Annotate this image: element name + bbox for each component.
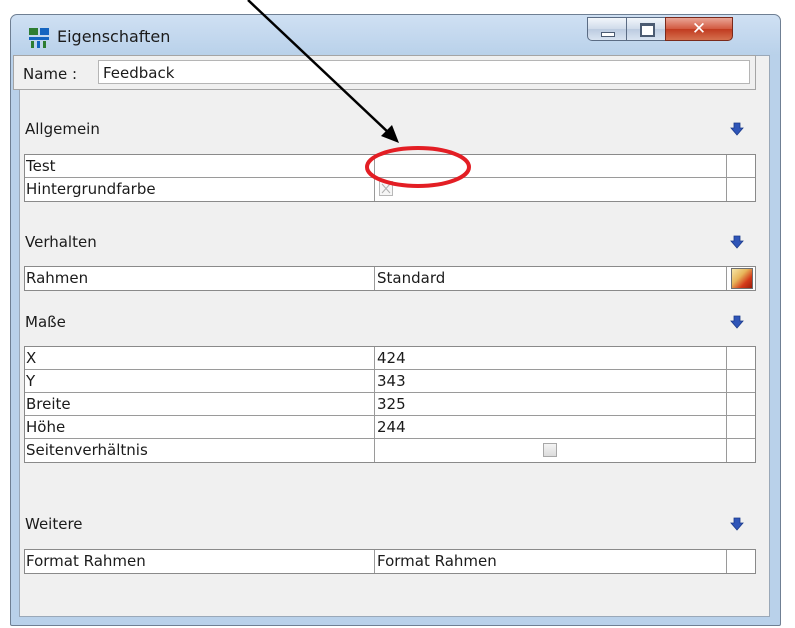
minimize-button[interactable]	[587, 17, 627, 41]
property-row-test[interactable]: Test	[25, 155, 755, 178]
name-row: Name : Feedback	[13, 55, 756, 90]
properties-window: Eigenschaften ✕	[10, 14, 781, 626]
maximize-button[interactable]	[626, 17, 666, 41]
allgemein-grid: Test Hintergrundfarbe	[24, 154, 756, 202]
rahmen-value[interactable]: Standard	[375, 267, 727, 290]
property-row-rahmen[interactable]: Rahmen Standard	[25, 267, 755, 290]
row-button-cell	[727, 347, 755, 369]
weitere-grid: Format Rahmen Format Rahmen	[24, 549, 756, 574]
property-row-hoehe[interactable]: Höhe 244	[25, 416, 755, 439]
property-label: Format Rahmen	[25, 550, 375, 573]
property-label: Rahmen	[25, 267, 375, 290]
row-button-cell	[727, 178, 755, 201]
property-label: Hintergrundfarbe	[25, 178, 375, 201]
property-label: Seitenverhältnis	[25, 439, 375, 462]
verhalten-collapse-icon[interactable]	[730, 235, 744, 249]
y-value-field[interactable]: 343	[375, 370, 727, 392]
masse-grid: X 424 Y 343 Breite 325 Höhe 244 Seitenve…	[24, 346, 756, 463]
row-button-cell	[727, 155, 755, 177]
window-title: Eigenschaften	[57, 27, 171, 46]
section-title-masse: Maße	[25, 313, 66, 331]
aspect-ratio-checkbox[interactable]	[543, 443, 557, 457]
close-button[interactable]: ✕	[665, 17, 733, 41]
property-row-hintergrundfarbe[interactable]: Hintergrundfarbe	[25, 178, 755, 201]
disabled-color-icon[interactable]	[379, 181, 393, 196]
hintergrundfarbe-value[interactable]	[375, 178, 727, 201]
hoehe-value-field[interactable]: 244	[375, 416, 727, 438]
property-row-seitenverhaeltnis[interactable]: Seitenverhältnis	[25, 439, 755, 462]
row-button-cell	[727, 416, 755, 438]
allgemein-collapse-icon[interactable]	[730, 122, 744, 136]
name-input[interactable]: Feedback	[98, 60, 750, 84]
property-row-breite[interactable]: Breite 325	[25, 393, 755, 416]
name-label: Name :	[23, 65, 78, 83]
property-label: Test	[25, 155, 375, 177]
row-button-cell	[727, 439, 755, 462]
row-button-cell	[727, 550, 755, 573]
property-label: Breite	[25, 393, 375, 415]
close-icon: ✕	[691, 19, 707, 39]
verhalten-grid: Rahmen Standard	[24, 266, 756, 291]
property-label: Y	[25, 370, 375, 392]
property-row-x[interactable]: X 424	[25, 347, 755, 370]
weitere-collapse-icon[interactable]	[730, 517, 744, 531]
x-value-field[interactable]: 424	[375, 347, 727, 369]
row-button-cell	[727, 267, 755, 290]
color-picker-edit-icon[interactable]	[731, 268, 753, 289]
property-row-format-rahmen[interactable]: Format Rahmen Format Rahmen	[25, 550, 755, 573]
minimize-icon	[601, 32, 615, 37]
property-row-y[interactable]: Y 343	[25, 370, 755, 393]
section-title-allgemein: Allgemein	[25, 120, 100, 138]
breite-value-field[interactable]: 325	[375, 393, 727, 415]
properties-app-icon	[29, 28, 49, 48]
property-label: Höhe	[25, 416, 375, 438]
section-title-verhalten: Verhalten	[25, 233, 97, 251]
maximize-icon	[640, 23, 655, 37]
section-title-weitere: Weitere	[25, 515, 83, 533]
row-button-cell	[727, 370, 755, 392]
property-label: X	[25, 347, 375, 369]
properties-panel	[19, 55, 770, 617]
test-value-field[interactable]	[375, 155, 727, 177]
format-rahmen-value[interactable]: Format Rahmen	[375, 550, 727, 573]
title-bar[interactable]: Eigenschaften ✕	[11, 15, 780, 55]
row-button-cell	[727, 393, 755, 415]
masse-collapse-icon[interactable]	[730, 315, 744, 329]
seitenverhaeltnis-value	[375, 439, 727, 462]
